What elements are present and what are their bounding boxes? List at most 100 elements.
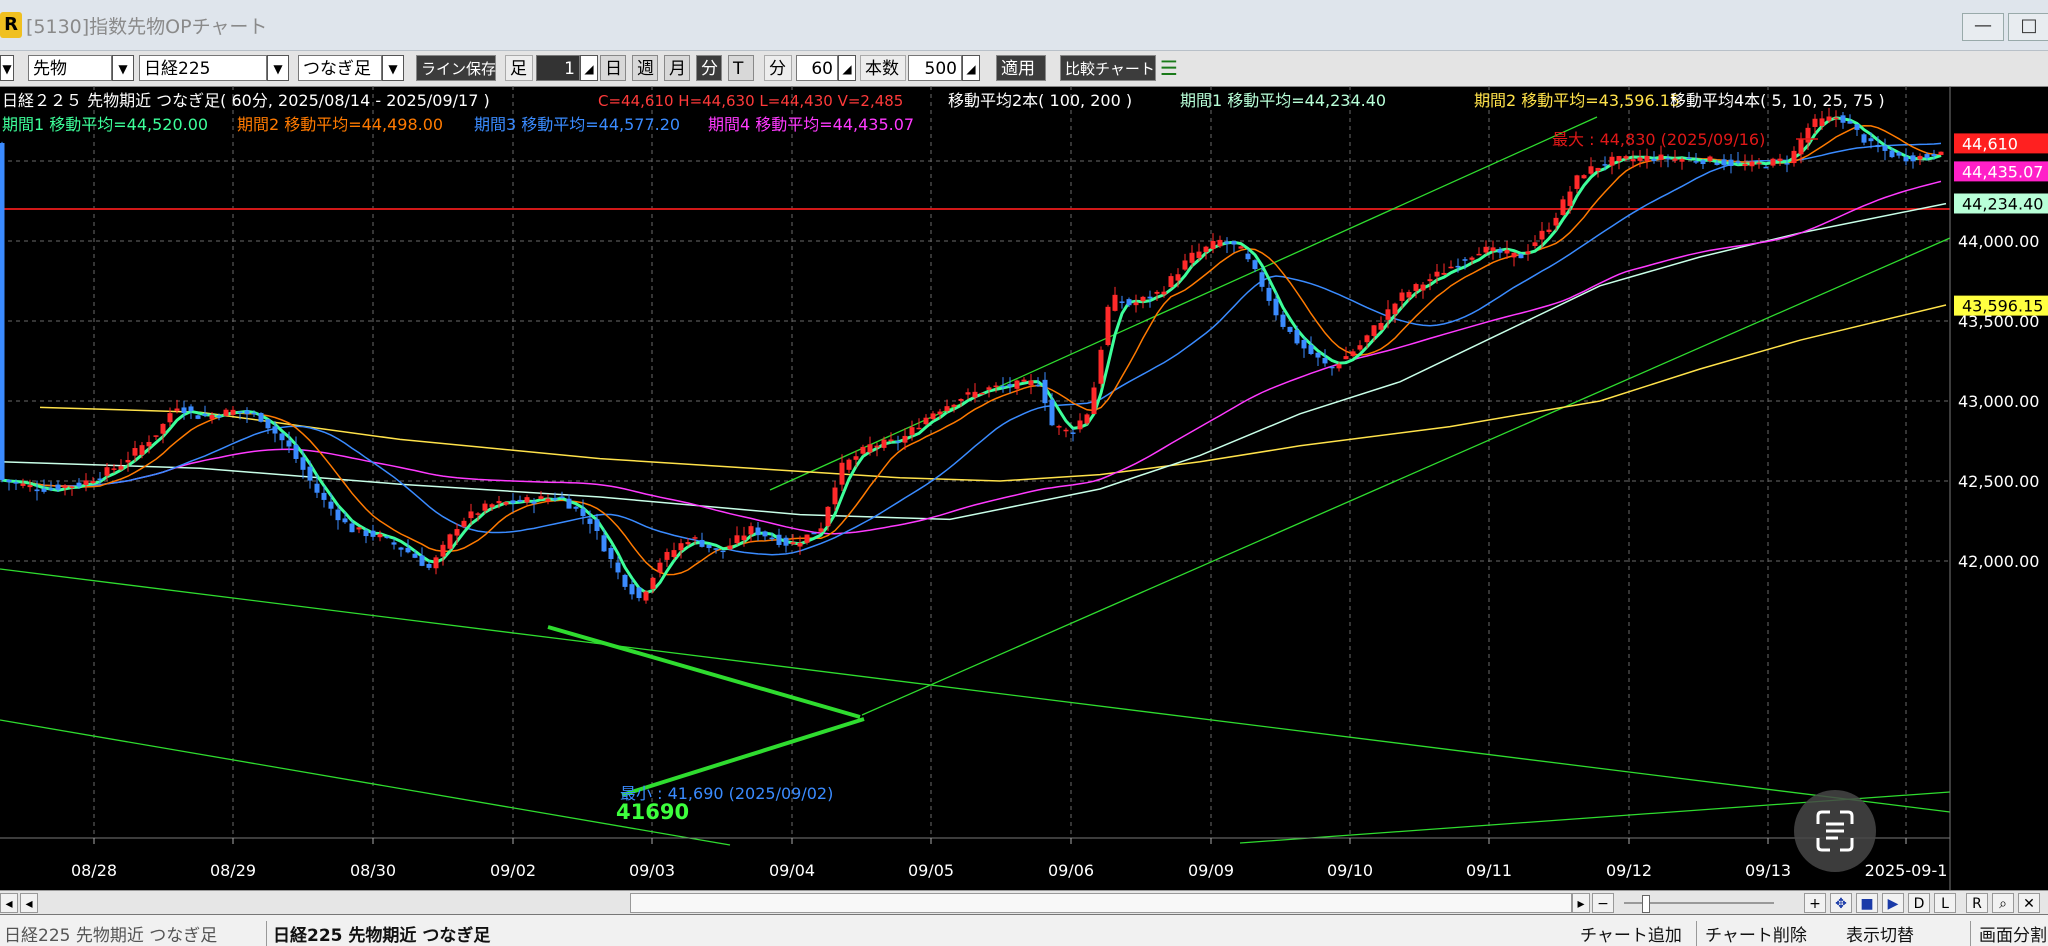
candle-body bbox=[1098, 349, 1104, 384]
candle-body bbox=[1427, 279, 1433, 282]
candle-body bbox=[706, 544, 712, 549]
minute-spin-icon[interactable]: ◢ bbox=[838, 55, 856, 81]
candle-body bbox=[1721, 159, 1727, 166]
candle-body bbox=[1350, 351, 1356, 356]
candle-body bbox=[230, 409, 236, 415]
candle-body bbox=[1301, 339, 1307, 349]
foot-spin-icon[interactable]: ◢ bbox=[580, 55, 598, 81]
tab-chart-2[interactable]: 日経225 先物期近 つなぎ足 bbox=[266, 921, 490, 946]
candle-body bbox=[1105, 306, 1111, 346]
candle-body bbox=[1280, 314, 1286, 327]
month-button[interactable]: 月 bbox=[664, 55, 690, 81]
candle-body bbox=[615, 562, 621, 573]
market-dropdown-icon[interactable]: ▼ bbox=[112, 55, 134, 81]
bar-list-icon[interactable]: ☰ bbox=[1160, 55, 1188, 81]
candle-body bbox=[300, 457, 306, 470]
scroll-right-icon[interactable]: ▸ bbox=[1572, 893, 1590, 913]
candle-body bbox=[503, 502, 509, 505]
foot-value-input[interactable]: 1 bbox=[536, 55, 580, 81]
compare-chart-button[interactable]: 比較チャート bbox=[1060, 55, 1156, 81]
scroll-first-icon[interactable]: ◂ bbox=[0, 893, 18, 913]
symbol-select[interactable]: 日経225 bbox=[139, 55, 267, 81]
count-value-input[interactable]: 500 bbox=[908, 55, 962, 81]
display-toggle-button[interactable]: 表示切替 bbox=[1846, 921, 1914, 946]
apply-button[interactable]: 適用 bbox=[996, 55, 1046, 81]
tick-button[interactable]: T bbox=[728, 55, 754, 81]
candle-body bbox=[622, 574, 628, 587]
candle-body bbox=[412, 553, 418, 558]
candle-body bbox=[1112, 294, 1118, 311]
day-button[interactable]: 日 bbox=[600, 55, 626, 81]
ma5-line bbox=[1, 116, 1942, 595]
price-axis-label: 43,000.00 bbox=[1958, 392, 2039, 411]
candle-body bbox=[1791, 150, 1797, 164]
tab-chart-1[interactable]: 日経225 先物期近 つなぎ足 bbox=[4, 921, 217, 946]
contract-select[interactable]: つなぎ足 bbox=[298, 55, 382, 81]
scroll-thumb[interactable] bbox=[630, 893, 1572, 913]
minimize-icon[interactable]: — bbox=[1962, 13, 2004, 41]
zoom-slider[interactable] bbox=[1618, 893, 1788, 913]
market-select[interactable]: 先物 bbox=[28, 55, 112, 81]
candle-body bbox=[545, 498, 551, 502]
candle-body bbox=[874, 445, 880, 448]
candle-body bbox=[202, 413, 208, 416]
minute-value-input[interactable]: 60 bbox=[796, 55, 838, 81]
candle-body bbox=[1504, 250, 1510, 254]
candle-body bbox=[1749, 161, 1755, 167]
stop-icon[interactable]: ■ bbox=[1856, 893, 1878, 913]
candle-body bbox=[1770, 158, 1776, 166]
candle-body bbox=[1161, 291, 1167, 295]
scroll-left-icon[interactable]: ◂ bbox=[20, 893, 38, 913]
candle-body bbox=[1329, 366, 1335, 369]
maximize-icon[interactable]: □ bbox=[2008, 13, 2048, 41]
week-button[interactable]: 週 bbox=[632, 55, 658, 81]
add-chart-button[interactable]: チャート追加 bbox=[1580, 921, 1682, 946]
candle-body bbox=[279, 433, 285, 441]
l-button[interactable]: L bbox=[1934, 893, 1956, 913]
candle-body bbox=[1665, 157, 1671, 160]
candle-body bbox=[377, 534, 383, 538]
date-axis-label: 2025-09-1 bbox=[1865, 861, 1948, 880]
r-button[interactable]: R bbox=[1966, 893, 1988, 913]
candle-body bbox=[1231, 241, 1237, 245]
candle-body bbox=[1000, 385, 1006, 388]
candle-body bbox=[118, 466, 124, 470]
legend-ma2-period1: 期間1 移動平均=44,234.40 bbox=[1180, 91, 1386, 110]
contract-dropdown-icon[interactable]: ▼ bbox=[382, 55, 404, 81]
candle-body bbox=[986, 387, 992, 390]
price-chart[interactable]: 45,049.3244,000.0043,500.0043,000.0042,5… bbox=[0, 86, 2048, 890]
play-icon[interactable]: ▶ bbox=[1882, 893, 1904, 913]
save-line-button[interactable]: ライン保存 bbox=[416, 55, 496, 81]
left-dropdown-icon[interactable]: ▼ bbox=[0, 55, 14, 81]
d-button[interactable]: D bbox=[1908, 893, 1930, 913]
candle-body bbox=[461, 520, 467, 527]
candle-body bbox=[937, 411, 943, 415]
close-chart-icon[interactable]: ✕ bbox=[2018, 893, 2040, 913]
candle-body bbox=[258, 413, 264, 422]
candle-body bbox=[27, 485, 33, 488]
minute-button[interactable]: 分 bbox=[696, 55, 722, 81]
scan-text-button[interactable] bbox=[1794, 790, 1876, 872]
candle-body bbox=[958, 398, 964, 401]
candle-body bbox=[1084, 414, 1090, 424]
candle-body bbox=[1609, 156, 1615, 166]
symbol-dropdown-icon[interactable]: ▼ bbox=[267, 55, 289, 81]
delete-chart-button[interactable]: チャート削除 bbox=[1696, 921, 1807, 946]
title-bar: R [5130]指数先物OPチャート — □ bbox=[0, 0, 2048, 51]
candle-body bbox=[643, 591, 649, 601]
zoom-search-icon[interactable]: ⌕ bbox=[1992, 893, 2014, 913]
count-spin-icon[interactable]: ◢ bbox=[962, 55, 980, 81]
zoom-in-icon[interactable]: + bbox=[1804, 893, 1826, 913]
candle-body bbox=[370, 530, 376, 537]
price-axis-label: 44,000.00 bbox=[1958, 232, 2039, 251]
candle-body bbox=[1210, 240, 1216, 250]
chart-scrollbar[interactable]: ◂ ◂ ▸ − + ✥ ■ ▶ D L R ⌕ ✕ bbox=[0, 890, 2048, 915]
candle-body bbox=[405, 547, 411, 553]
candle-body bbox=[594, 519, 600, 532]
candle-body bbox=[1875, 144, 1881, 148]
candle-body bbox=[1308, 345, 1314, 354]
zoom-out-icon[interactable]: − bbox=[1592, 893, 1614, 913]
split-screen-button[interactable]: 画面分割 bbox=[1970, 921, 2047, 946]
candle-body bbox=[1756, 162, 1762, 165]
move-icon[interactable]: ✥ bbox=[1830, 893, 1852, 913]
